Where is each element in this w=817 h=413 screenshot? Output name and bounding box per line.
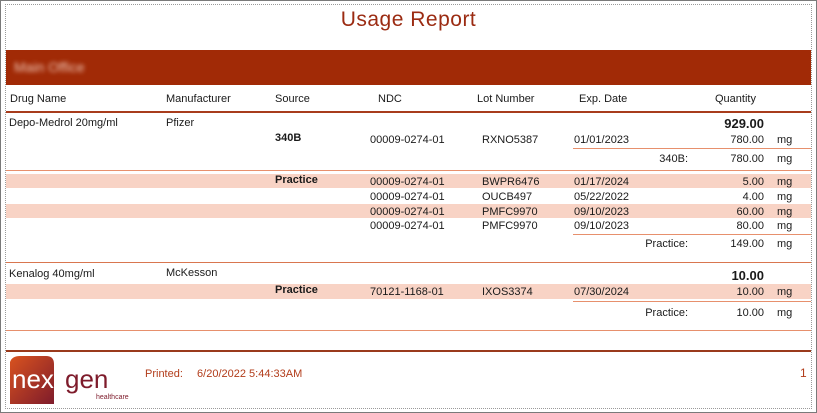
row-lot: RXNO5387 bbox=[482, 134, 539, 146]
column-header-manufacturer: Manufacturer bbox=[166, 93, 231, 105]
drug-divider bbox=[6, 262, 811, 263]
row-ndc: 00009-0274-01 bbox=[370, 176, 445, 188]
row-unit: mg bbox=[777, 134, 793, 146]
location-name: Main Office bbox=[14, 59, 85, 75]
subtotal-label: Practice: bbox=[645, 238, 688, 250]
group-source: 340B bbox=[275, 132, 302, 144]
row-unit: mg bbox=[777, 220, 793, 232]
row-unit: mg bbox=[777, 286, 793, 298]
drug-manufacturer: Pfizer bbox=[166, 117, 195, 129]
column-header-quantity: Quantity bbox=[715, 93, 756, 105]
report-end-rule bbox=[6, 330, 811, 331]
row-ndc: 70121-1168-01 bbox=[370, 286, 444, 298]
report-title: Usage Report bbox=[340, 8, 477, 31]
logo-text-next: next bbox=[12, 364, 62, 394]
row-exp-date: 07/30/2024 bbox=[574, 286, 630, 298]
subtotal-rule bbox=[573, 234, 811, 235]
row-unit: mg bbox=[777, 176, 793, 188]
row-exp-date: 09/10/2023 bbox=[574, 206, 630, 218]
row-lot: BWPR6476 bbox=[482, 176, 540, 188]
row-exp-date: 01/01/2023 bbox=[574, 134, 630, 146]
header-rule bbox=[6, 111, 811, 113]
subtotal-label: Practice: bbox=[645, 307, 688, 319]
group-source: Practice bbox=[275, 284, 318, 296]
row-unit: mg bbox=[777, 206, 793, 218]
row-quantity: 780.00 bbox=[730, 134, 764, 146]
column-header-ndc: NDC bbox=[378, 93, 402, 105]
drug-total-quantity: 929.00 bbox=[724, 116, 764, 131]
row-lot: OUCB497 bbox=[482, 191, 533, 203]
column-header-drug-name: Drug Name bbox=[10, 93, 67, 105]
subtotal-rule bbox=[573, 148, 811, 149]
footer-rule bbox=[6, 350, 811, 352]
row-ndc: 00009-0274-01 bbox=[370, 191, 445, 203]
logo-subtext: healthcare bbox=[96, 394, 129, 401]
row-ndc: 00009-0274-01 bbox=[370, 134, 445, 146]
group-source: Practice bbox=[275, 174, 318, 186]
location-band: Main Office bbox=[6, 50, 811, 85]
subtotal-unit: mg bbox=[777, 238, 793, 250]
row-exp-date: 05/22/2022 bbox=[574, 191, 630, 203]
row-lot: IXOS3374 bbox=[482, 286, 533, 298]
column-header-source: Source bbox=[275, 93, 310, 105]
column-header-lot-number: Lot Number bbox=[477, 93, 535, 105]
row-lot: PMFC9970 bbox=[482, 220, 538, 232]
row-ndc: 00009-0274-01 bbox=[370, 206, 445, 218]
subtotal-unit: mg bbox=[777, 153, 793, 165]
row-ndc: 00009-0274-01 bbox=[370, 220, 445, 232]
printed-timestamp: Printed: 6/20/2022 5:44:33AM bbox=[145, 368, 302, 380]
row-lot: PMFC9970 bbox=[482, 206, 538, 218]
group-divider bbox=[6, 170, 811, 171]
row-quantity: 5.00 bbox=[742, 176, 764, 188]
row-unit: mg bbox=[777, 191, 793, 203]
subtotal-quantity: 780.00 bbox=[730, 153, 764, 165]
logo-text-gen: gen bbox=[65, 364, 108, 394]
subtotal-unit: mg bbox=[777, 307, 793, 319]
drug-manufacturer: McKesson bbox=[166, 267, 218, 279]
row-quantity: 4.00 bbox=[742, 191, 764, 203]
row-quantity: 80.00 bbox=[736, 220, 764, 232]
column-header-exp-date: Exp. Date bbox=[579, 93, 628, 105]
row-exp-date: 01/17/2024 bbox=[574, 176, 630, 188]
subtotal-quantity: 149.00 bbox=[730, 238, 764, 250]
subtotal-rule bbox=[573, 301, 811, 302]
row-quantity: 60.00 bbox=[736, 206, 764, 218]
printed-value: 6/20/2022 5:44:33AM bbox=[197, 368, 303, 380]
subtotal-label: 340B: bbox=[659, 153, 688, 165]
row-quantity: 10.00 bbox=[736, 286, 764, 298]
row-exp-date: 09/10/2023 bbox=[574, 220, 630, 232]
subtotal-quantity: 10.00 bbox=[736, 307, 764, 319]
drug-name: Kenalog 40mg/ml bbox=[9, 268, 95, 280]
drug-total-quantity: 10.00 bbox=[731, 268, 764, 283]
nextgen-logo: next gen healthcare bbox=[10, 356, 129, 404]
page-number: 1 bbox=[800, 366, 807, 380]
printed-label: Printed: bbox=[145, 368, 183, 380]
drug-name: Depo-Medrol 20mg/ml bbox=[9, 117, 118, 129]
